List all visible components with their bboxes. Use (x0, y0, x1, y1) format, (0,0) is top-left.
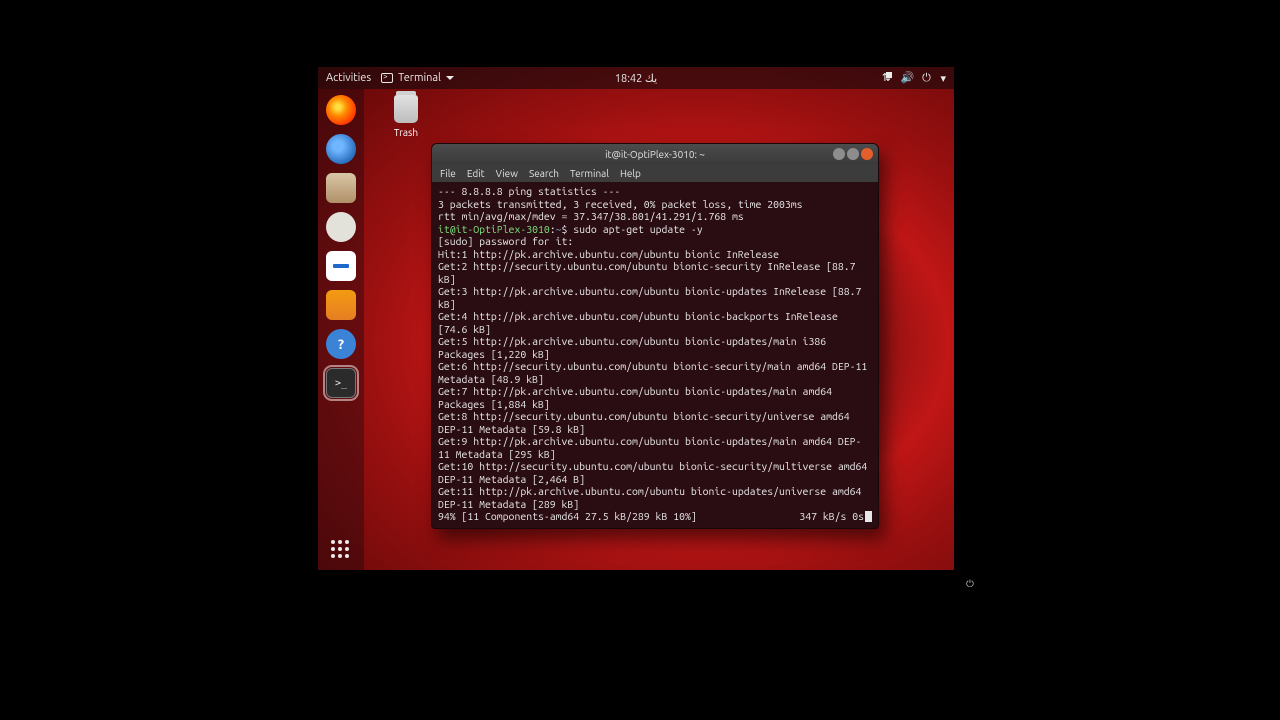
prompt-userhost: it@it-OptiPlex-3010 (438, 223, 550, 235)
chevron-down-icon (446, 76, 454, 80)
command: sudo apt-get update -y (573, 223, 702, 235)
terminal-window[interactable]: it@it-OptiPlex-3010: ~ File Edit View Se… (431, 143, 879, 529)
progress-left: 94% [11 Components-amd64 27.5 kB/289 kB … (438, 510, 697, 523)
terminal-line: Hit:1 http://pk.archive.ubuntu.com/ubunt… (438, 248, 872, 261)
terminal-line: 3 packets transmitted, 3 received, 0% pa… (438, 198, 872, 211)
launcher-rhythmbox[interactable] (326, 212, 356, 242)
window-title: it@it-OptiPlex-3010: ~ (605, 149, 705, 160)
window-titlebar[interactable]: it@it-OptiPlex-3010: ~ (432, 144, 878, 164)
monitor-power-led: ⏻ (966, 578, 976, 588)
launcher-terminal[interactable] (326, 368, 356, 398)
cursor (865, 511, 872, 522)
menu-terminal[interactable]: Terminal (570, 168, 609, 179)
terminal-line: rtt min/avg/max/mdev = 37.347/38.801/41.… (438, 210, 872, 223)
show-applications-button[interactable] (331, 540, 351, 560)
dock: ? (318, 89, 364, 570)
terminal-line: Get:5 http://pk.archive.ubuntu.com/ubunt… (438, 335, 872, 360)
network-icon: ⇅ (880, 72, 892, 84)
terminal-line: Get:2 http://security.ubuntu.com/ubuntu … (438, 260, 872, 285)
power-icon: ⏻ (920, 72, 932, 84)
launcher-software[interactable] (326, 290, 356, 320)
launcher-firefox[interactable] (326, 95, 356, 125)
menu-view[interactable]: View (496, 168, 518, 179)
terminal-line: Get:9 http://pk.archive.ubuntu.com/ubunt… (438, 435, 872, 460)
app-menu-label: Terminal (398, 72, 441, 84)
terminal-line: Get:3 http://pk.archive.ubuntu.com/ubunt… (438, 285, 872, 310)
window-minimize-button[interactable] (833, 148, 845, 160)
terminal-line: Get:11 http://pk.archive.ubuntu.com/ubun… (438, 485, 872, 510)
terminal-progress-line: 94% [11 Components-amd64 27.5 kB/289 kB … (438, 510, 872, 523)
terminal-line: Get:6 http://security.ubuntu.com/ubuntu … (438, 360, 872, 385)
terminal-line: --- 8.8.8.8 ping statistics --- (438, 185, 872, 198)
app-menu[interactable]: Terminal (381, 72, 454, 84)
menu-search[interactable]: Search (529, 168, 559, 179)
trash-label: Trash (376, 127, 436, 138)
terminal-line: Get:7 http://pk.archive.ubuntu.com/ubunt… (438, 385, 872, 410)
clock[interactable]: 18:42 يك (615, 72, 657, 85)
gnome-topbar: Activities Terminal 18:42 يك ⇅ 🔊 ⏻ ▾ (318, 67, 954, 89)
desktop: Activities Terminal 18:42 يك ⇅ 🔊 ⏻ ▾ ? (318, 67, 954, 570)
window-maximize-button[interactable] (847, 148, 859, 160)
terminal-line: [sudo] password for it: (438, 235, 872, 248)
menu-help[interactable]: Help (620, 168, 641, 179)
terminal-icon (381, 73, 393, 83)
launcher-help[interactable]: ? (326, 329, 356, 359)
menu-edit[interactable]: Edit (467, 168, 485, 179)
terminal-prompt-line: it@it-OptiPlex-3010:~$ sudo apt-get upda… (438, 223, 872, 236)
launcher-thunderbird[interactable] (326, 134, 356, 164)
terminal-body[interactable]: --- 8.8.8.8 ping statistics ---3 packets… (432, 182, 878, 528)
terminal-line: Get:4 http://pk.archive.ubuntu.com/ubunt… (438, 310, 872, 335)
launcher-writer[interactable] (326, 251, 356, 281)
trash-icon (394, 95, 418, 123)
terminal-menubar: File Edit View Search Terminal Help (432, 164, 878, 182)
launcher-files[interactable] (326, 173, 356, 203)
menu-file[interactable]: File (440, 168, 456, 179)
system-status-area[interactable]: ⇅ 🔊 ⏻ ▾ (880, 72, 946, 85)
volume-icon: 🔊 (900, 72, 912, 84)
progress-right: 347 kB/s 0s (799, 510, 864, 522)
chevron-down-icon: ▾ (940, 72, 946, 85)
window-close-button[interactable] (861, 148, 873, 160)
activities-button[interactable]: Activities (326, 72, 371, 84)
desktop-icon-trash[interactable]: Trash (376, 95, 436, 138)
terminal-line: Get:10 http://security.ubuntu.com/ubuntu… (438, 460, 872, 485)
terminal-line: Get:8 http://security.ubuntu.com/ubuntu … (438, 410, 872, 435)
